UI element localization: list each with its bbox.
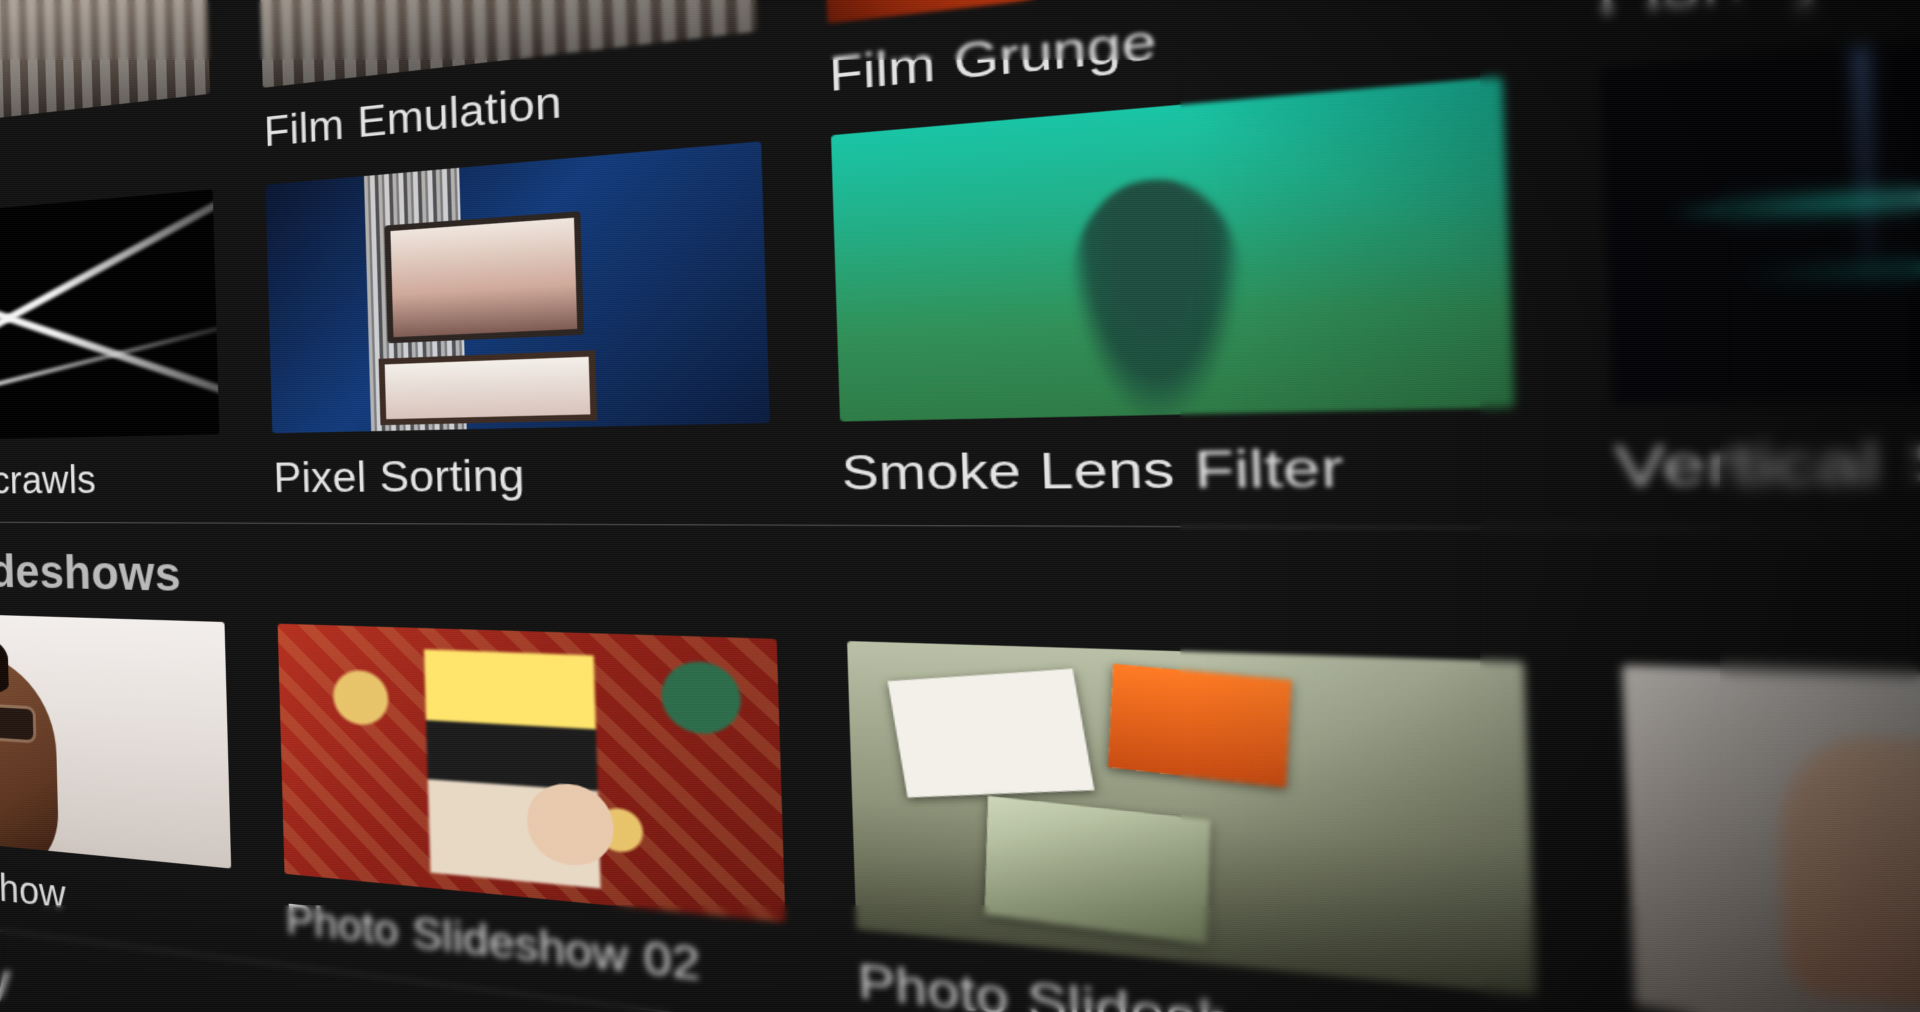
slideshow-card-04[interactable]: Photo Slideshow 04 (1622, 665, 1920, 1012)
slideshow-card-01[interactable]: oto Slideshow (0, 611, 233, 939)
effect-thumbnail[interactable] (1599, 0, 1920, 405)
effect-card-vertical-streak[interactable]: Vertical Streak (1599, 0, 1920, 500)
effect-card-label: ffscreen Scrawls (0, 454, 221, 503)
slideshow-thumbnail[interactable] (0, 611, 231, 869)
section-effects: nfusion Film Emulation Film Grunge (0, 0, 1920, 541)
effect-card-label: Fisheye (1596, 0, 1920, 31)
effect-card-label: Pixel Sorting (273, 446, 772, 503)
effect-card-offscreen-scrawls[interactable]: ffscreen Scrawls (0, 189, 221, 504)
effect-card-fisheye[interactable]: Fisheye (1582, 0, 1920, 31)
slideshow-thumbnail[interactable] (1622, 665, 1920, 1012)
slideshow-card-03[interactable]: Photo Slideshow 03 (847, 641, 1540, 1012)
slideshow-card-label: oto Slideshow (0, 850, 233, 939)
effect-card-label: Vertical Streak (1613, 418, 1920, 500)
slideshow-row-1: oto Slideshow Photo Slideshow 02 Photo S… (0, 604, 1920, 1012)
slideshow-card-02[interactable]: Photo Slideshow 02 (278, 624, 788, 1003)
slideshow-thumbnail[interactable] (847, 641, 1536, 996)
effect-thumbnail[interactable] (831, 76, 1515, 421)
effect-thumbnail[interactable] (0, 189, 219, 442)
perspective-wrapper: nfusion Film Emulation Film Grunge (0, 0, 1920, 1012)
screenshot-stage: nfusion Film Emulation Film Grunge (0, 0, 1920, 1012)
effect-card-smoke-lens-filter[interactable]: Smoke Lens Filter (831, 76, 1518, 502)
effect-card-film-grain-infusion[interactable]: nfusion (0, 0, 212, 198)
effect-thumbnail[interactable] (265, 141, 769, 433)
effect-card-film-emulation[interactable]: Film Emulation (256, 0, 760, 157)
slideshow-thumbnail[interactable] (278, 624, 786, 923)
section-photo-slideshows: hoto Slideshows oto Slideshow Photo Slid… (0, 521, 1920, 1012)
slideshow-card-label: Photo Slideshow 03 (857, 954, 1540, 1012)
effect-card-pixel-sorting[interactable]: Pixel Sorting (265, 141, 772, 503)
effects-browser-panel: nfusion Film Emulation Film Grunge (0, 0, 1920, 1012)
effect-card-label: Smoke Lens Filter (841, 434, 1518, 501)
